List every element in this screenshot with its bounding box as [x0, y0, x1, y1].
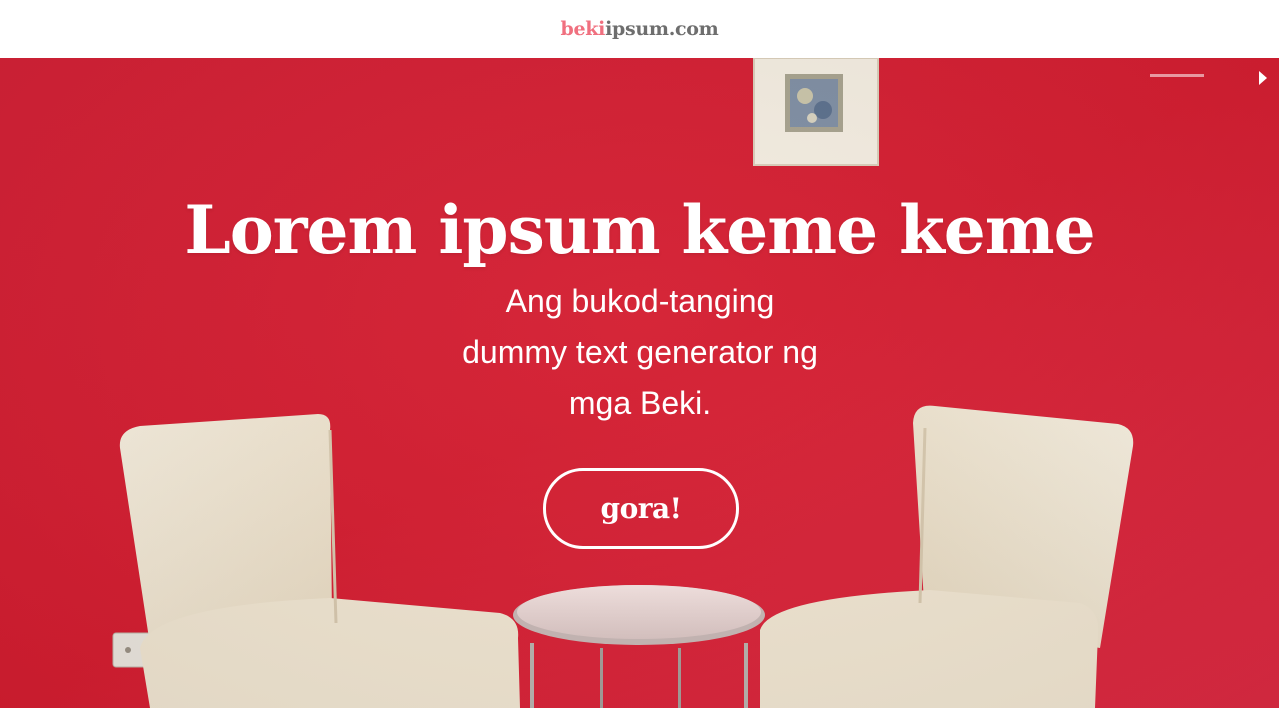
subhead-line-1: Ang bukod-tanging	[505, 283, 775, 319]
logo-domain-text: ipsum.com	[605, 18, 719, 40]
hero-headline: Lorem ipsum keme keme	[184, 191, 1095, 269]
caret-right-icon	[1259, 71, 1267, 85]
subhead-line-2: dummy text generator ng	[462, 334, 818, 370]
site-logo[interactable]: bekiipsum.com	[561, 18, 719, 40]
hero-slide: Lorem ipsum keme keme Ang bukod-tanging …	[0, 58, 1279, 708]
slider-progress-bar[interactable]	[1150, 74, 1204, 77]
hero-subheading: Ang bukod-tanging dummy text generator n…	[440, 276, 840, 429]
next-slide-button[interactable]	[1256, 68, 1270, 88]
subhead-line-3: mga Beki.	[568, 385, 712, 421]
logo-brand-text: beki	[560, 18, 606, 40]
gora-button[interactable]: gora!	[543, 468, 739, 549]
site-header: bekiipsum.com	[0, 0, 1279, 58]
